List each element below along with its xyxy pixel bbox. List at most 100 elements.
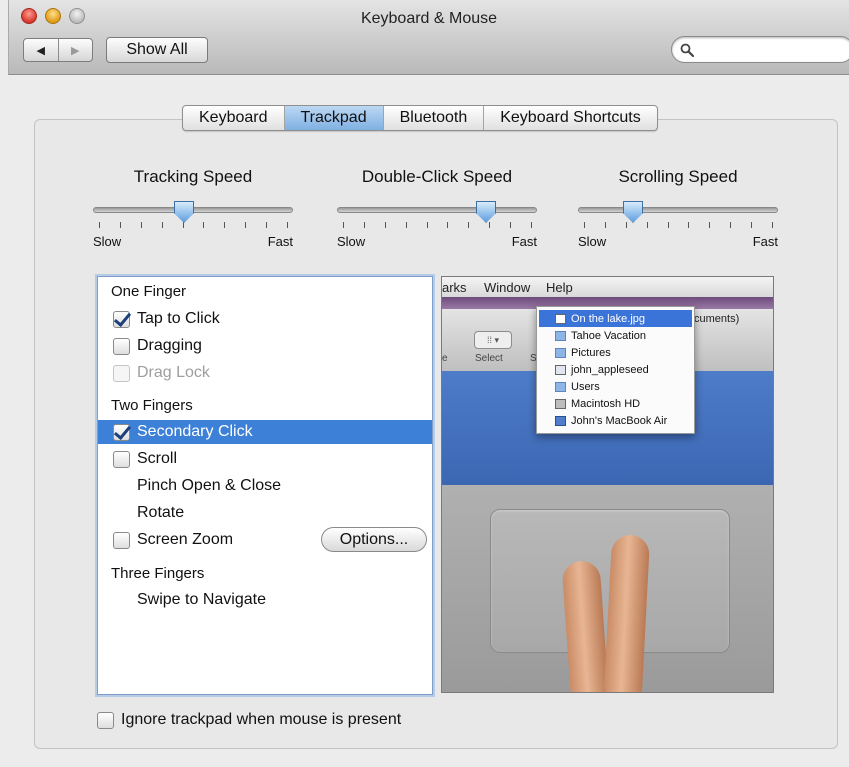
popup-item-label: john_appleseed [571,363,649,376]
secondary-click-row[interactable]: Secondary Click [98,420,432,444]
pinch-open-close-label: Pinch Open & Close [137,477,282,494]
popup-item-johns-macbook-air[interactable]: John's MacBook Air [539,412,692,429]
slider-tick [709,222,710,228]
two-fingers-heading: Two Fingers [111,397,193,414]
scroll-row[interactable]: Scroll [98,447,432,471]
drag-lock-row: Drag Lock [98,361,432,385]
popup-item-label: Tahoe Vacation [571,329,647,342]
window-toolbar: Keyboard & Mouse ◀ ▶ Show All [8,0,849,75]
slider-tick [385,222,386,228]
search-field[interactable] [671,36,849,63]
secondary-click-label: Secondary Click [137,423,253,440]
forward-button[interactable]: ▶ [57,39,93,61]
tab-bar: Keyboard Trackpad Bluetooth Keyboard Sho… [182,105,658,131]
show-all-button[interactable]: Show All [106,37,208,63]
slider-tick [266,222,267,228]
tracking-speed-ticks [99,222,288,228]
path-popup-menu: On the lake.jpg Tahoe Vacation Pictures … [536,306,695,434]
popup-item-on-the-lake[interactable]: On the lake.jpg [539,310,692,327]
window-title: Keyboard & Mouse [360,10,498,27]
slider-tick [224,222,225,228]
pinch-open-close-row[interactable]: Pinch Open & Close [98,474,432,498]
slider-tick [730,222,731,228]
drag-lock-label: Drag Lock [137,364,210,381]
slider-tick [510,222,511,228]
screen-zoom-label: Screen Zoom [137,531,234,548]
slider-tick [162,222,163,228]
slider-tick [364,222,365,228]
preview-toolbar-label: Select [475,353,503,364]
dragging-label: Dragging [137,337,202,354]
preview-path-text: cuments) [694,313,740,325]
popup-item-label: Pictures [571,346,611,359]
back-button[interactable]: ◀ [24,39,58,61]
scroll-checkbox[interactable] [113,450,130,468]
slider-tick [751,222,752,228]
screen-zoom-checkbox[interactable] [113,531,130,549]
search-input[interactable] [702,40,842,59]
slider-tick [427,222,428,228]
dragging-checkbox[interactable] [113,337,130,355]
tab-keyboard[interactable]: Keyboard [183,106,284,130]
tracking-speed-label: Tracking Speed [133,167,253,186]
swipe-to-navigate-row[interactable]: Swipe to Navigate [98,588,432,612]
slider-tick [647,222,648,228]
tracking-speed-max-label: Fast [267,234,293,249]
preview-view-button: ⁞⁞ ▾ [474,331,512,349]
slider-tick [626,222,627,228]
double-click-speed-max-label: Fast [511,234,537,249]
screen-zoom-options-button[interactable]: Options... [321,527,427,552]
slider-tick [668,222,669,228]
hard-drive-icon [555,398,566,409]
folder-icon [555,347,566,358]
scrolling-speed-label: Scrolling Speed [618,167,738,186]
slider-tick [605,222,606,228]
preview-menu-item: arks [442,280,467,295]
scroll-label: Scroll [137,450,178,467]
double-click-speed-track[interactable] [337,207,537,213]
slider-tick [203,222,204,228]
tab-bluetooth[interactable]: Bluetooth [382,106,484,130]
tracking-speed-slider-group: Tracking Speed Slow Fast [93,167,293,249]
preview-menubar: arks Window Help [442,277,773,297]
computer-icon [555,415,566,426]
slider-tick [584,222,585,228]
double-click-speed-min-label: Slow [337,234,366,249]
popup-item-label: On the lake.jpg [571,312,645,325]
slider-tick [468,222,469,228]
back-forward-control: ◀ ▶ [23,38,93,62]
slider-tick [141,222,142,228]
slider-tick [120,222,121,228]
tap-to-click-checkbox[interactable] [113,310,130,328]
tap-to-click-row[interactable]: Tap to Click [98,307,432,331]
scrolling-speed-slider-group: Scrolling Speed Slow Fast [578,167,778,249]
scrolling-speed-min-label: Slow [578,234,607,249]
home-icon [555,364,566,375]
popup-item-users[interactable]: Users [539,378,692,395]
slider-tick [688,222,689,228]
preview-toolbar-label: e [442,353,448,364]
popup-item-tahoe-vacation[interactable]: Tahoe Vacation [539,327,692,344]
preview-menu-item: Help [546,280,573,295]
double-click-speed-label: Double-Click Speed [361,167,513,186]
double-click-speed-slider-group: Double-Click Speed Slow Fast [337,167,537,249]
tab-keyboard-shortcuts[interactable]: Keyboard Shortcuts [483,106,657,130]
secondary-click-checkbox[interactable] [113,423,130,441]
three-fingers-heading: Three Fingers [111,565,205,582]
slider-tick [531,222,532,228]
tab-trackpad[interactable]: Trackpad [283,106,383,130]
popup-item-john-appleseed[interactable]: john_appleseed [539,361,692,378]
slider-tick [406,222,407,228]
gesture-options-list: One Finger Tap to Click Dragging Drag Lo… [97,276,433,695]
slider-tick [183,222,184,228]
popup-item-macintosh-hd[interactable]: Macintosh HD [539,395,692,412]
popup-item-pictures[interactable]: Pictures [539,344,692,361]
scrolling-speed-track[interactable] [578,207,778,213]
rotate-row[interactable]: Rotate [98,501,432,525]
magnifier-icon [680,43,694,57]
slider-tick [99,222,100,228]
ignore-trackpad-row[interactable]: Ignore trackpad when mouse is present [82,708,401,732]
drag-lock-checkbox [113,364,130,382]
ignore-trackpad-checkbox[interactable] [97,711,114,729]
dragging-row[interactable]: Dragging [98,334,432,358]
